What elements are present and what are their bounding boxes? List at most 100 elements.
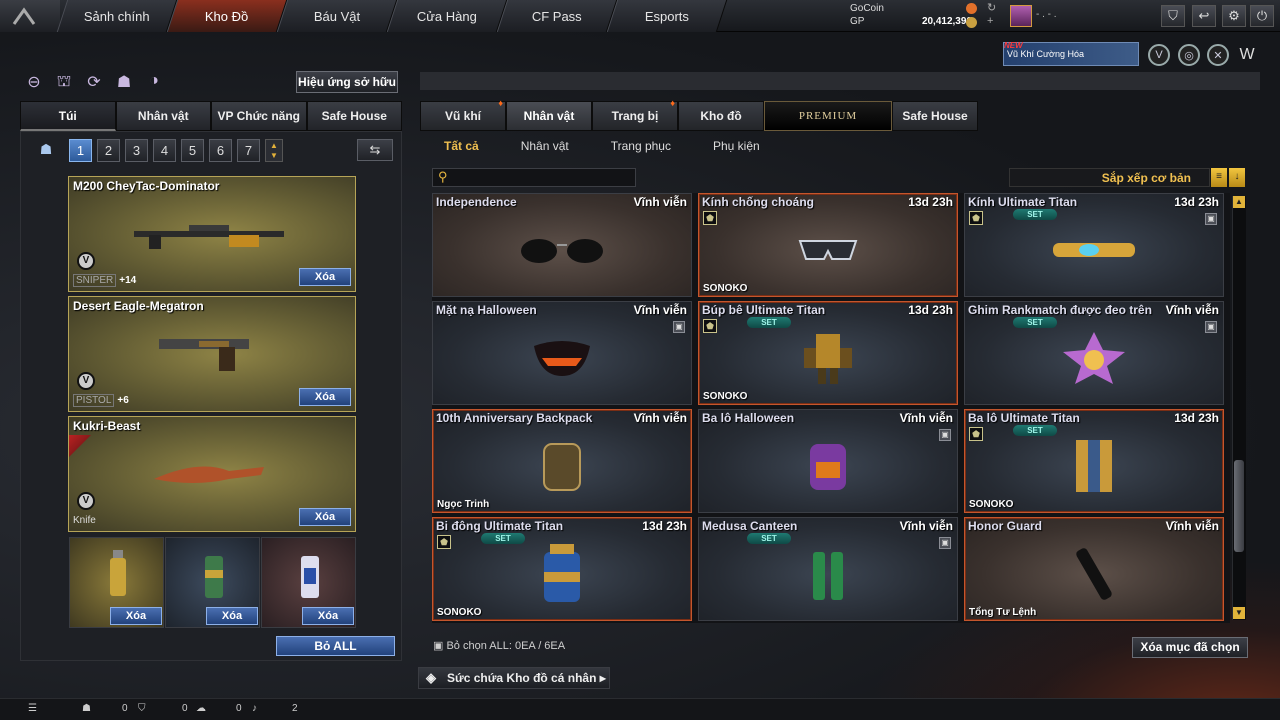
vip-badge-icon[interactable]: V [1148, 44, 1170, 66]
menu-icon[interactable]: ☰ [28, 703, 37, 714]
nav-tab-cfpass[interactable]: CF Pass [496, 0, 618, 32]
scroll-down-icon[interactable]: ▼ [1233, 607, 1245, 619]
effects-button[interactable]: Hiệu ứng sở hữu [296, 71, 398, 93]
grenade-slot-3[interactable]: Xóa [261, 537, 356, 628]
capacity-button[interactable]: ◈ Sức chứa Kho đồ cá nhân ▸ [418, 667, 610, 689]
weapon-type: PISTOL +6 [73, 394, 129, 407]
grenade-slot-1[interactable]: Xóa [69, 537, 164, 628]
tab-bag[interactable]: Túi [20, 101, 116, 131]
page-5[interactable]: 5 [181, 139, 204, 162]
item-card[interactable]: Medusa Canteen Vĩnh viễn SET ▣ [698, 517, 958, 621]
delete-button[interactable]: Xóa [299, 268, 351, 286]
subtab-all[interactable]: Tất cả [420, 134, 497, 158]
page-updown-arrows[interactable]: ▲ ▼ [265, 139, 283, 162]
avatar[interactable] [1010, 5, 1032, 27]
tab-equipment[interactable]: Trang bị ♦ [592, 98, 678, 131]
delete-button[interactable]: Xóa [302, 607, 354, 625]
page-7[interactable]: 7 [237, 139, 260, 162]
item-card[interactable]: Kính chống choáng 13d 23h ⬟ SONOKO [698, 193, 958, 297]
bag-icon[interactable]: ◑ [144, 72, 164, 92]
item-card[interactable]: 10th Anniversary Backpack Vĩnh viễn Ngọc… [432, 409, 692, 513]
tab-storage[interactable]: Kho đồ [678, 101, 764, 131]
delete-button[interactable]: Xóa [110, 607, 162, 625]
item-card[interactable]: Ba lô Ultimate Titan 13d 23h SET ⬟ SONOK… [964, 409, 1224, 513]
search-input[interactable]: ⚲ [432, 168, 636, 187]
globe-icon[interactable]: ◎ [1178, 44, 1200, 66]
tab-premium[interactable]: PREMIUM [764, 101, 892, 131]
item-card[interactable]: Bi đông Ultimate Titan 13d 23h SET ⬟ SON… [432, 517, 692, 621]
gocoin-icon [966, 3, 977, 14]
tab-safe-house[interactable]: Safe House [892, 101, 978, 131]
swords-icon[interactable]: ✕ [1207, 44, 1229, 66]
cycle-icon[interactable]: ⟳ [84, 72, 104, 92]
nav-tab-treasure[interactable]: Báu Vật [276, 0, 398, 32]
nav-tab-shop[interactable]: Cửa Hàng [386, 0, 508, 32]
add-coin-icon[interactable]: + [987, 15, 993, 27]
toggle-off-icon[interactable]: ⊖ [24, 72, 44, 92]
scroll-up-icon[interactable]: ▲ [1233, 196, 1245, 208]
item-name: Ba lô Ultimate Titan [968, 411, 1080, 425]
delete-button[interactable]: Xóa [299, 388, 351, 406]
deselect-all-status[interactable]: ▣ Bỏ chọn ALL: 0EA / 6EA [433, 639, 565, 652]
delete-button[interactable]: Xóa [206, 607, 258, 625]
page-1[interactable]: 1 [69, 139, 92, 162]
delete-selected-button[interactable]: Xóa mục đã chọn [1132, 637, 1248, 658]
sort-dropdown[interactable]: Sắp xếp cơ bản [1009, 168, 1210, 187]
weapon-slot-melee[interactable]: Kukri-Beast V Knife Xóa [68, 416, 356, 532]
item-duration: Vĩnh viễn [1165, 519, 1219, 533]
tab-weapons[interactable]: Vũ khí ♦ [420, 98, 506, 131]
subtab-costume[interactable]: Trang phục [587, 134, 689, 158]
item-name: Ghim Rankmatch được đeo trên [968, 303, 1152, 317]
nav-tab-lobby[interactable]: Sảnh chính [56, 0, 178, 32]
tab-character[interactable]: Nhân vật [115, 101, 211, 131]
page-4[interactable]: 4 [153, 139, 176, 162]
tab-function-items[interactable]: VP Chức năng [211, 101, 307, 131]
item-card[interactable]: Independence Vĩnh viễn [432, 193, 692, 297]
upgrade-banner[interactable]: NEW Vũ Khí Cường Hóa [1003, 41, 1139, 66]
chat-icon[interactable]: ☁ [196, 703, 206, 714]
flash-grenade-icon [301, 556, 319, 598]
subtab-character[interactable]: Nhân vật [497, 134, 587, 158]
grenade-slot-2[interactable]: Xóa [165, 537, 260, 628]
nav-tab-inventory[interactable]: Kho Đồ [166, 0, 288, 32]
nav-tab-esports[interactable]: Esports [606, 0, 728, 32]
swap-button[interactable]: ⇆ [357, 139, 393, 161]
delete-button[interactable]: Xóa [299, 508, 351, 526]
w-logo-icon[interactable]: W [1236, 44, 1258, 66]
tab-characters[interactable]: Nhân vật [506, 101, 592, 131]
item-name: Medusa Canteen [702, 519, 798, 533]
weapon-slot-primary[interactable]: M200 CheyTac-Dominator V SNIPER +14 Xóa [68, 176, 356, 292]
item-grid: Independence Vĩnh viễn Kính chống choáng… [432, 193, 1230, 623]
page-2[interactable]: 2 [97, 139, 120, 162]
power-icon[interactable]: ⏻ [1250, 5, 1274, 27]
page-3[interactable]: 3 [125, 139, 148, 162]
clan-icon[interactable]: ⛉ [138, 703, 146, 714]
gift-icon[interactable]: ⛫ [54, 72, 74, 92]
item-card[interactable]: Kính Ultimate Titan 13d 23h SET ⬟ ▣ [964, 193, 1224, 297]
item-card[interactable]: Búp bê Ultimate Titan 13d 23h SET ⬟ SONO… [698, 301, 958, 405]
tab-safe-house[interactable]: Safe House [306, 101, 402, 131]
scrollbar-track[interactable] [1232, 196, 1246, 620]
weapon-type: SNIPER +14 [73, 274, 136, 287]
list-view-icon[interactable]: ≡ [1211, 168, 1227, 187]
speaker-icon[interactable]: ♪ [252, 703, 257, 714]
gear-icon[interactable]: ⚙ [1222, 5, 1246, 27]
subtab-accessory[interactable]: Phụ kiện [689, 134, 778, 158]
vip-badge-icon: V [77, 372, 95, 390]
item-card[interactable]: Ba lô Halloween Vĩnh viễn ▣ [698, 409, 958, 513]
item-card[interactable]: Honor Guard Vĩnh viễn Tổng Tư Lệnh [964, 517, 1224, 621]
rank-shield-icon[interactable]: ⛉ [1161, 5, 1185, 27]
page-6[interactable]: 6 [209, 139, 232, 162]
character-icon[interactable]: ☗ [114, 72, 134, 92]
scrollbar-thumb[interactable] [1234, 460, 1244, 552]
layers-icon: ◈ [426, 670, 436, 685]
titan-backpack-icon [1076, 440, 1112, 493]
weapon-slot-secondary[interactable]: Desert Eagle-Megatron V PISTOL +6 Xóa [68, 296, 356, 412]
back-icon[interactable]: ↩ [1192, 5, 1216, 27]
sort-arrow-icon[interactable]: ↓ [1229, 168, 1245, 187]
clear-all-button[interactable]: Bỏ ALL [276, 636, 395, 656]
refresh-icon[interactable]: ↻ [987, 1, 996, 14]
item-card[interactable]: Ghim Rankmatch được đeo trên Vĩnh viễn S… [964, 301, 1224, 405]
friends-icon[interactable]: ☗ [82, 703, 91, 714]
item-card[interactable]: Mặt nạ Halloween Vĩnh viễn ▣ [432, 301, 692, 405]
